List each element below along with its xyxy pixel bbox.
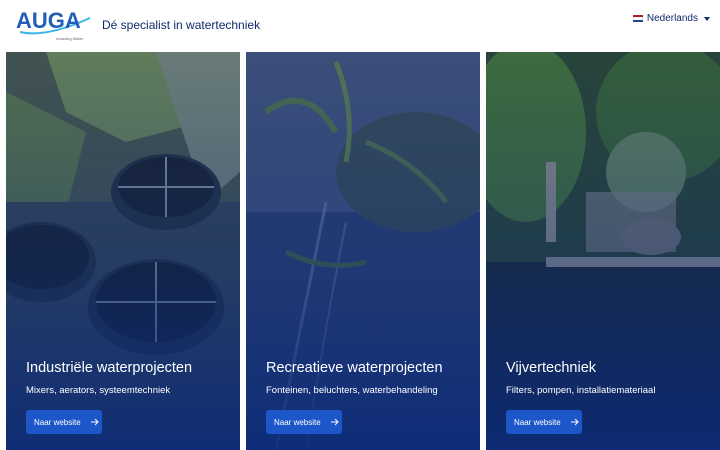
language-label: Nederlands <box>646 13 698 24</box>
chevron-down-icon <box>704 16 710 21</box>
visit-website-button[interactable]: Naar website <box>506 410 582 434</box>
arrow-right-icon <box>90 418 99 426</box>
arrow-right-icon <box>330 418 339 426</box>
site-tagline: Dé specialist in watertechniek <box>102 18 261 32</box>
language-selector[interactable]: Nederlands <box>632 13 710 24</box>
card-title: Industriële waterprojecten <box>26 360 193 376</box>
arrow-right-icon <box>570 418 579 426</box>
dutch-flag-icon <box>632 15 643 22</box>
visit-website-button[interactable]: Naar website <box>266 410 342 434</box>
auga-logo[interactable]: AUGA Amazing Water <box>16 8 94 46</box>
card-subtitle: Fonteinen, beluchters, waterbehandeling <box>266 385 438 396</box>
logo-subtitle: Amazing Water <box>56 36 84 41</box>
card-recreational[interactable]: Recreatieve waterprojecten Fonteinen, be… <box>246 52 480 450</box>
button-label: Naar website <box>514 417 561 427</box>
button-label: Naar website <box>34 417 81 427</box>
card-industrial[interactable]: Industriële waterprojecten Mixers, aerat… <box>6 52 240 450</box>
logo-text: AUGA <box>16 8 81 33</box>
button-label: Naar website <box>274 417 321 427</box>
site-header: AUGA Amazing Water Dé specialist in wate… <box>0 0 720 52</box>
project-cards: Industriële waterprojecten Mixers, aerat… <box>0 52 720 450</box>
visit-website-button[interactable]: Naar website <box>26 410 102 434</box>
card-subtitle: Mixers, aerators, systeemtechniek <box>26 385 171 396</box>
card-pond[interactable]: Vijvertechniek Filters, pompen, installa… <box>486 52 720 450</box>
card-subtitle: Filters, pompen, installatiemateriaal <box>506 385 656 396</box>
card-title: Vijvertechniek <box>506 360 597 376</box>
card-title: Recreatieve waterprojecten <box>266 360 443 376</box>
